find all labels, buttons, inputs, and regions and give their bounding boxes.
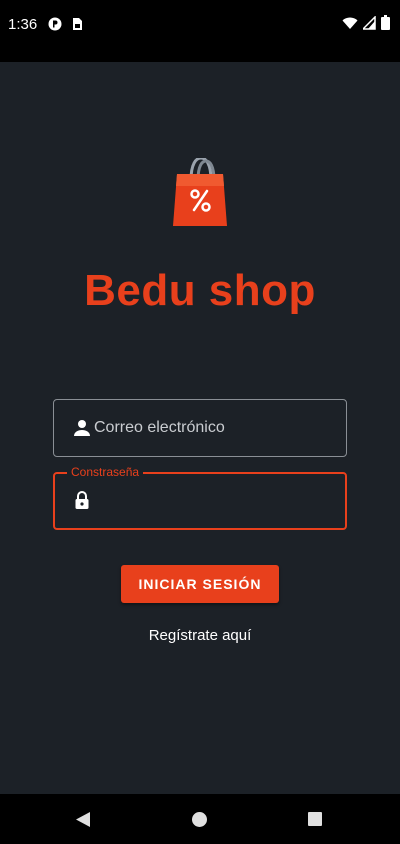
status-bar: 1:36 <box>0 0 400 62</box>
p-circle-icon <box>48 17 62 31</box>
back-icon[interactable] <box>75 811 91 828</box>
password-field[interactable]: Constraseña <box>53 465 347 530</box>
password-input[interactable] <box>95 474 335 530</box>
status-time: 1:36 <box>8 16 38 33</box>
status-icons-right <box>342 15 390 30</box>
wifi-icon <box>342 17 358 29</box>
signal-icon <box>363 15 376 30</box>
register-link[interactable]: Regístrate aquí <box>0 627 400 644</box>
login-button[interactable]: INICIAR SESIÓN <box>121 565 279 603</box>
shopping-bag-percent-icon <box>173 158 227 226</box>
sim-card-icon <box>73 18 82 30</box>
email-field[interactable] <box>53 399 347 457</box>
login-screen: Bedu shop Constraseña INICIAR SESIÓN Reg… <box>0 62 400 794</box>
home-icon[interactable] <box>192 812 207 827</box>
navigation-bar <box>0 794 400 844</box>
battery-icon <box>381 15 390 30</box>
app-title: Bedu shop <box>84 266 316 315</box>
person-icon <box>74 420 90 436</box>
email-input[interactable] <box>94 400 334 456</box>
recents-icon[interactable] <box>308 812 322 826</box>
lock-icon <box>75 491 89 509</box>
